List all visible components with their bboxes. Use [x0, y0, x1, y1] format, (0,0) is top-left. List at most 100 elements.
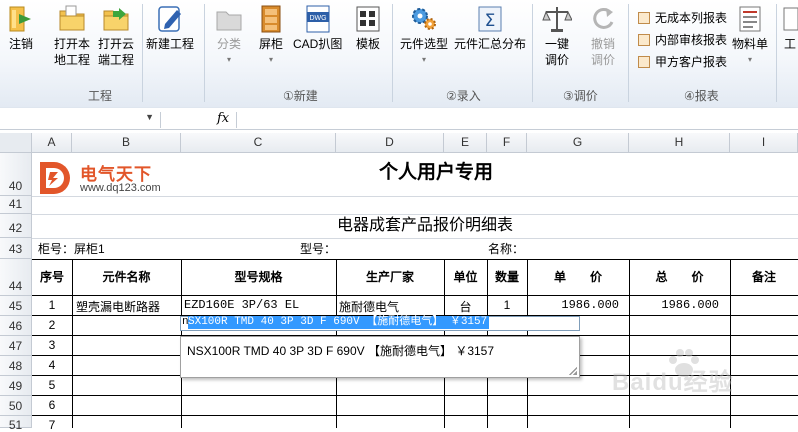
formula-separator: [236, 112, 237, 128]
cell-seq[interactable]: 5: [32, 378, 72, 392]
row-header[interactable]: 40: [0, 153, 32, 196]
autocomplete-dropdown: NSX100R TMD 40 3P 3D F 690V 【施耐德电气】 ￥315…: [180, 336, 580, 378]
separator: [776, 4, 777, 102]
cell-qty[interactable]: 1: [487, 298, 527, 312]
fx-icon[interactable]: fx: [217, 111, 229, 126]
gears-icon: [409, 4, 439, 34]
cell-seq[interactable]: 1: [32, 298, 72, 312]
undo-icon: [588, 4, 618, 34]
template-button[interactable]: 模板: [353, 4, 383, 52]
dwg-file-icon: DWG: [303, 4, 333, 34]
component-select-button[interactable]: 元件选型 ▾: [400, 4, 448, 68]
cabinet-no-label: 柜号：屏柜1: [38, 242, 105, 256]
chevron-down-icon[interactable]: ▼: [145, 112, 154, 122]
cell-component-name[interactable]: 塑壳漏电断路器: [76, 298, 160, 315]
engineering-label: 工: [783, 37, 796, 51]
report-no-cost-button[interactable]: 无成本列报表: [638, 9, 727, 26]
gridline: [32, 238, 798, 239]
company-logo: 电气天下 www.dq123.com: [38, 158, 188, 198]
column-header[interactable]: D: [336, 133, 444, 153]
group-label-adjust: ③调价: [563, 89, 598, 103]
new-project-label: 新建工程: [146, 37, 195, 51]
cell-seq[interactable]: 3: [32, 338, 72, 352]
open-local-project-label: 打开本 地工程: [54, 37, 91, 67]
header-component-name: 元件名称: [102, 270, 151, 284]
material-list-button[interactable]: 物料单 ▾: [732, 4, 768, 68]
column-header[interactable]: G: [527, 133, 629, 153]
row-header[interactable]: 45: [0, 296, 32, 316]
cad-extract-label: CAD扒图: [293, 37, 343, 51]
report-internal-audit-button[interactable]: 内部审核报表: [638, 31, 727, 48]
column-header[interactable]: C: [181, 133, 336, 153]
logo-url: www.dq123.com: [80, 182, 161, 194]
name-box[interactable]: ▼: [0, 112, 161, 128]
cloud-folder-icon: [101, 4, 131, 34]
open-cloud-project-button[interactable]: 打开云 端工程: [98, 4, 134, 68]
oneclick-adjust-price-button[interactable]: 一键 调价: [542, 4, 572, 68]
column-header[interactable]: E: [444, 133, 487, 153]
row-header[interactable]: 41: [0, 196, 32, 214]
separator: [204, 4, 205, 102]
undo-adjust-price-button[interactable]: 撤销 调价: [588, 4, 618, 68]
logout-button[interactable]: 注销: [6, 4, 36, 52]
report-icon: [638, 11, 650, 24]
cell-seq[interactable]: 6: [32, 398, 72, 412]
undo-adjust-price-label: 撤销 调价: [590, 37, 615, 67]
row-header[interactable]: 47: [0, 336, 32, 356]
cell-seq[interactable]: 2: [32, 318, 72, 332]
cell-spec[interactable]: EZD160E 3P/63 EL: [184, 298, 299, 312]
row-header[interactable]: 49: [0, 376, 32, 396]
row-header[interactable]: 50: [0, 396, 32, 416]
classify-button[interactable]: 分类 ▾: [214, 4, 244, 68]
engineering-icon: [782, 4, 798, 34]
dropdown-arrow-icon: ▾: [748, 55, 753, 64]
resize-grip-icon[interactable]: [569, 367, 577, 375]
cell-unit[interactable]: 台: [444, 298, 487, 315]
cad-extract-button[interactable]: DWG CAD扒图: [293, 4, 342, 52]
watermark-text: Baidu经验: [612, 369, 734, 396]
cell-unit-price[interactable]: 1986.000: [527, 298, 619, 312]
logout-icon: [6, 4, 36, 34]
header-manufacturer: 生产厂家: [365, 270, 414, 284]
folder-icon: [214, 4, 244, 34]
cell-seq[interactable]: 7: [32, 418, 72, 432]
cabinet-button[interactable]: 屏柜 ▾: [256, 4, 286, 68]
cell-manufacturer[interactable]: 施耐德电气: [339, 298, 399, 315]
column-header[interactable]: H: [629, 133, 730, 153]
cabinet-icon: [256, 4, 286, 34]
cell-seq[interactable]: 4: [32, 358, 72, 372]
row-header[interactable]: 48: [0, 356, 32, 376]
formula-input[interactable]: [238, 112, 798, 128]
header-spec: 型号规格: [234, 270, 283, 284]
report-internal-audit-label: 内部审核报表: [655, 33, 728, 47]
header-unit-price: 单 价: [553, 270, 602, 284]
row-header[interactable]: 51: [0, 416, 32, 432]
header-seq: 序号: [39, 270, 64, 284]
new-project-button[interactable]: 新建工程: [146, 4, 194, 52]
column-header[interactable]: B: [72, 133, 181, 153]
autocomplete-option[interactable]: NSX100R TMD 40 3P 3D F 690V 【施耐德电气】 ￥315…: [187, 342, 494, 359]
row-header[interactable]: 46: [0, 316, 32, 336]
sheet-subtitle: 电器成套产品报价明细表: [336, 217, 513, 234]
column-header[interactable]: F: [487, 133, 527, 153]
engineering-button[interactable]: 工: [782, 4, 798, 52]
component-summary-label: 元件汇总分布: [454, 37, 527, 51]
dwg-badge: DWG: [309, 15, 326, 22]
table-border: [32, 415, 798, 416]
report-client-label: 甲方客户报表: [655, 55, 728, 69]
component-summary-button[interactable]: Σ 元件汇总分布: [454, 4, 526, 52]
cell-total-price[interactable]: 1986.000: [629, 298, 719, 312]
dropdown-arrow-icon: ▾: [226, 55, 231, 64]
column-header[interactable]: A: [32, 133, 72, 153]
report-client-button[interactable]: 甲方客户报表: [638, 53, 727, 70]
dropdown-arrow-icon: ▾: [422, 55, 427, 64]
row-header[interactable]: 42: [0, 214, 32, 238]
sheet-title: 个人用户专用: [378, 162, 493, 183]
row-header[interactable]: 44: [0, 259, 32, 296]
row-header[interactable]: 43: [0, 238, 32, 259]
select-all-corner[interactable]: [0, 133, 32, 153]
open-local-project-button[interactable]: 打开本 地工程: [54, 4, 90, 68]
column-header[interactable]: I: [730, 133, 798, 153]
group-label-project: 工程: [88, 89, 113, 103]
group-label-new: ①新建: [283, 89, 318, 103]
